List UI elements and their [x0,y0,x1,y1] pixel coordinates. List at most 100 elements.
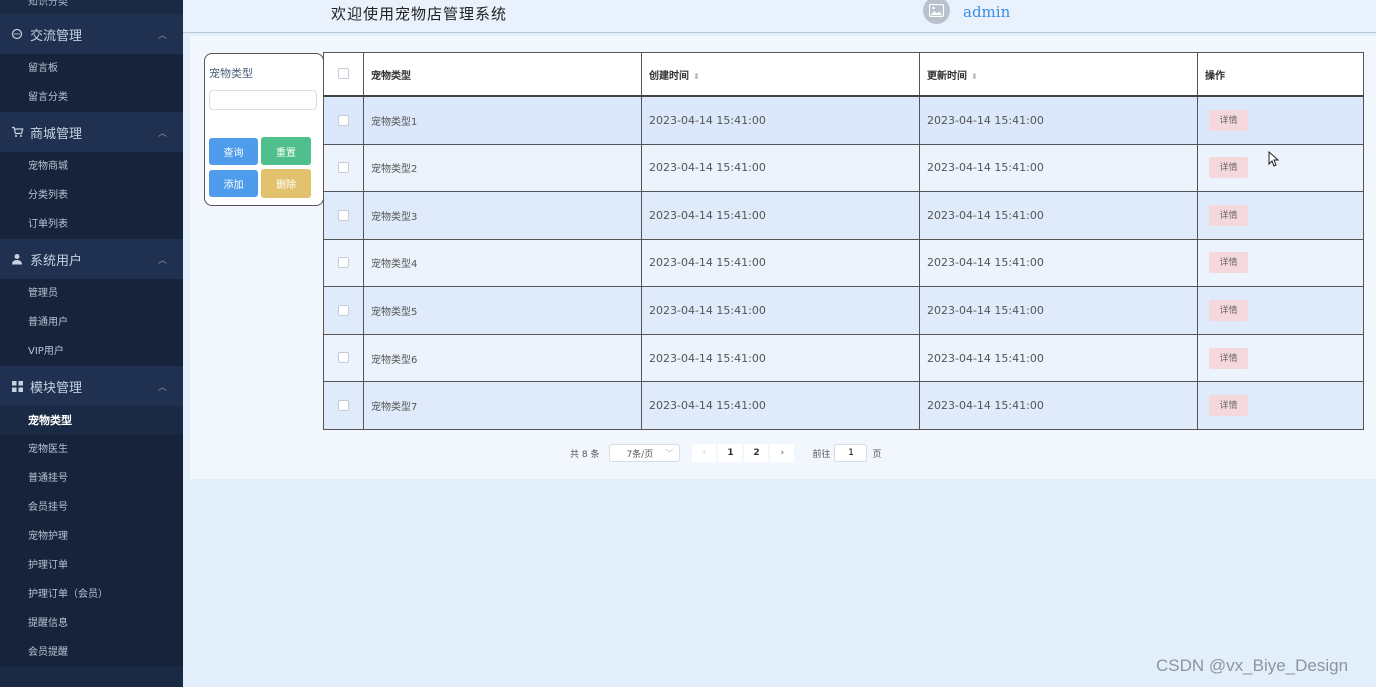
cell-actions: 详情 [1197,95,1364,145]
cell-updated: 2023-04-14 15:41:00 [919,333,1198,383]
row-checkbox[interactable] [338,209,349,221]
page-number-2[interactable]: 2 [744,444,769,462]
cell-updated: 2023-04-14 15:41:00 [919,95,1198,145]
sidebar-item-reminder-info[interactable]: 提醒信息 [0,609,183,638]
cell-actions: 详情 [1197,286,1364,335]
cell-actions: 详情 [1197,238,1364,288]
avatar[interactable] [923,0,950,24]
cell-actions: 详情 [1197,143,1364,193]
row-checkbox[interactable] [338,304,349,316]
cell-created: 2023-04-14 15:41:00 [641,95,920,145]
sidebar: 知识分类 交流管理 ︿ 留言板 留言分类 商城管理 ︿ 宠物商城 分类列表 订单… [0,0,183,687]
username-label[interactable]: admin [963,3,1010,21]
sidebar-item-pet-mall[interactable]: 宠物商城 [0,152,183,181]
user-icon [10,252,24,266]
cell-pet-type: 宠物类型1 [363,95,642,145]
sidebar-item-message-category[interactable]: 留言分类 [0,83,183,112]
row-select-cell [323,381,364,430]
cell-pet-type: 宠物类型6 [363,333,642,383]
sort-icon[interactable]: ⬍ [971,72,978,81]
chevron-up-icon: ︿ [157,383,167,393]
row-select-cell [323,95,364,145]
cell-updated: 2023-04-14 15:41:00 [919,286,1198,335]
row-checkbox[interactable] [338,352,349,364]
row-checkbox[interactable] [338,257,349,269]
chevron-up-icon: ︿ [157,31,167,41]
sidebar-item-admin[interactable]: 管理员 [0,279,183,308]
detail-button[interactable]: 详情 [1209,109,1248,131]
cell-created: 2023-04-14 15:41:00 [641,143,920,193]
reset-button[interactable]: 重置 [261,137,311,165]
sidebar-item-category-list[interactable]: 分类列表 [0,181,183,210]
grid-icon [10,379,24,393]
watermark: CSDN @vx_Biye_Design [1156,656,1349,675]
select-all-checkbox[interactable] [338,68,349,80]
cell-actions: 详情 [1197,333,1364,383]
detail-button[interactable]: 详情 [1209,252,1248,274]
sidebar-item-normal-user[interactable]: 普通用户 [0,308,183,337]
sidebar-item-vip-user[interactable]: VIP用户 [0,337,183,366]
sidebar-item-pet-care[interactable]: 宠物护理 [0,522,183,551]
table-row: 宠物类型1 2023-04-14 15:41:00 2023-04-14 15:… [323,95,1364,145]
sidebar-item-message-board[interactable]: 留言板 [0,54,183,83]
pet-type-search-input[interactable] [209,90,317,110]
row-checkbox[interactable] [338,162,349,174]
sidebar-group-head-communication[interactable]: 交流管理 ︿ [0,14,183,54]
sidebar-group-head-mall[interactable]: 商城管理 ︿ [0,112,183,152]
cell-pet-type: 宠物类型4 [363,238,642,288]
prev-page-button[interactable]: ‹ [692,444,717,462]
sidebar-item-pet-type[interactable]: 宠物类型 [0,406,183,435]
sidebar-item-member-registration[interactable]: 会员挂号 [0,493,183,522]
query-button[interactable]: 查询 [209,138,258,165]
column-header-pet-type: 宠物类型 [363,52,642,97]
table-row: 宠物类型6 2023-04-14 15:41:00 2023-04-14 15:… [323,333,1364,383]
column-header-updated[interactable]: 更新时间 ⬍ [919,52,1198,97]
sidebar-group-communication: 交流管理 ︿ 留言板 留言分类 [0,14,183,112]
pagination-total: 共 8 条 [570,449,600,460]
cell-actions: 详情 [1197,381,1364,430]
sidebar-item-pet-doctor[interactable]: 宠物医生 [0,435,183,464]
sidebar-group-mall: 商城管理 ︿ 宠物商城 分类列表 订单列表 [0,112,183,239]
column-header-created[interactable]: 创建时间 ⬍ [641,52,920,97]
chevron-down-icon: ﹀ [665,448,674,458]
cell-created: 2023-04-14 15:41:00 [641,191,920,240]
pet-type-table: 宠物类型 创建时间 ⬍ 更新时间 ⬍ 操作 宠物类型1 2023-04-14 15:… [323,52,1364,430]
cell-pet-type: 宠物类型2 [363,143,642,193]
table-row: 宠物类型2 2023-04-14 15:41:00 2023-04-14 15:… [323,143,1364,193]
sidebar-item-order-list[interactable]: 订单列表 [0,210,183,239]
detail-button[interactable]: 详情 [1209,300,1248,322]
goto-label: 前往 [812,449,831,460]
goto-page-input[interactable] [834,444,868,462]
sort-icon[interactable]: ⬍ [693,72,700,81]
row-checkbox[interactable] [338,399,349,411]
sidebar-group-head-system-users[interactable]: 系统用户 ︿ [0,239,183,279]
delete-button[interactable]: 删除 [261,169,311,198]
row-select-cell [323,143,364,193]
sidebar-item-care-order[interactable]: 护理订单 [0,551,183,580]
chevron-up-icon: ︿ [157,256,167,266]
sidebar-item-normal-registration[interactable]: 普通挂号 [0,464,183,493]
column-header-actions: 操作 [1197,52,1364,97]
cell-created: 2023-04-14 15:41:00 [641,286,920,335]
cell-created: 2023-04-14 15:41:00 [641,333,920,383]
next-page-button[interactable]: › [770,444,795,462]
cell-pet-type: 宠物类型5 [363,286,642,335]
sidebar-item-care-order-member[interactable]: 护理订单（会员） [0,580,183,609]
detail-button[interactable]: 详情 [1209,204,1248,226]
page-size-select[interactable]: 7条/页 ﹀ [609,444,681,462]
sidebar-group-label: 交流管理 [30,28,83,44]
row-checkbox[interactable] [338,114,349,126]
row-select-cell [323,191,364,240]
goto-unit: 页 [872,449,882,460]
chevron-left-icon: ‹ [702,448,707,458]
detail-button[interactable]: 详情 [1209,395,1248,417]
add-button[interactable]: 添加 [209,170,258,197]
row-select-cell [323,238,364,288]
detail-button[interactable]: 详情 [1209,347,1248,369]
sidebar-item-member-reminder[interactable]: 会员提醒 [0,638,183,667]
page-number-1[interactable]: 1 [718,444,743,462]
sidebar-group-head-modules[interactable]: 模块管理 ︿ [0,366,183,406]
detail-button[interactable]: 详情 [1209,157,1248,179]
pagination: 共 8 条 7条/页 ﹀ ‹ 1 2 › 前往 页 [570,443,881,463]
sidebar-item-knowledge-category[interactable]: 知识分类 [28,0,68,8]
